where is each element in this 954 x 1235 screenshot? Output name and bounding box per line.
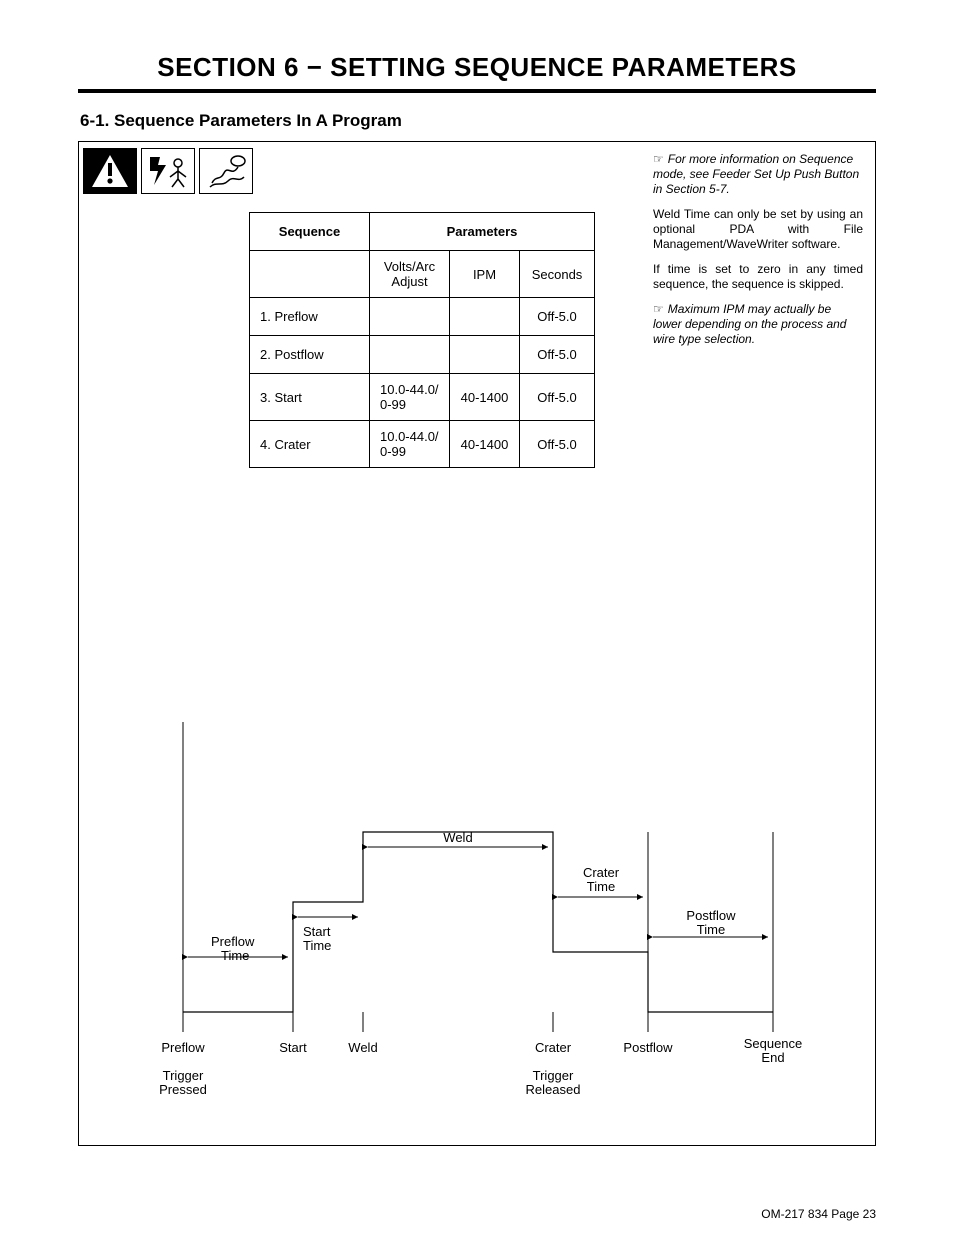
label-postflow-time2: Time — [697, 922, 725, 937]
label-seq-end2: End — [761, 1050, 784, 1065]
label-postflow-time: Postflow — [686, 908, 736, 923]
col-seconds: Seconds — [520, 251, 595, 298]
col-ipm: IPM — [450, 251, 520, 298]
label-preflow-time: Preflow — [211, 934, 255, 949]
label-preflow-time2: Time — [221, 948, 249, 963]
table-row: Sequence Parameters — [250, 213, 595, 251]
label-weld: Weld — [443, 830, 472, 845]
page-title: SECTION 6 − SETTING SEQUENCE PARAMETERS — [0, 0, 954, 89]
note-item: ☞For more information on Sequence mode, … — [653, 152, 863, 197]
label-preflow: Preflow — [161, 1040, 205, 1055]
label-crater: Crater — [535, 1040, 572, 1055]
fumes-icon — [199, 148, 253, 194]
table-row: 3. Start 10.0-44.0/ 0-99 40-1400 Off-5.0 — [250, 374, 595, 421]
label-weld-evt: Weld — [348, 1040, 377, 1055]
sequence-diagram: Weld Preflow Time Start Time Crater Time… — [93, 702, 853, 1132]
parameters-table: Sequence Parameters Volts/Arc Adjust IPM… — [249, 212, 595, 468]
pointer-icon: ☞ — [653, 302, 664, 316]
cell-ipm — [450, 336, 520, 374]
cell-va: 10.0-44.0/ 0-99 — [370, 421, 450, 468]
cell-sec: Off-5.0 — [520, 336, 595, 374]
label-crater-time2: Time — [587, 879, 615, 894]
cell-sec: Off-5.0 — [520, 298, 595, 336]
note-item: Weld Time can only be set by using an op… — [653, 207, 863, 252]
col-sequence: Sequence — [250, 213, 370, 251]
label-seq-end: Sequence — [744, 1036, 803, 1051]
table-row: 4. Crater 10.0-44.0/ 0-99 40-1400 Off-5.… — [250, 421, 595, 468]
title-rule — [78, 89, 876, 93]
content-frame: Sequence Parameters Volts/Arc Adjust IPM… — [78, 141, 876, 1146]
cell-ipm: 40-1400 — [450, 374, 520, 421]
section-subheading: 6-1. Sequence Parameters In A Program — [80, 111, 954, 131]
cell-sec: Off-5.0 — [520, 421, 595, 468]
table-row: 1. Preflow Off-5.0 — [250, 298, 595, 336]
cell-ipm: 40-1400 — [450, 421, 520, 468]
col-volts-arc: Volts/Arc Adjust — [370, 251, 450, 298]
cell-va — [370, 298, 450, 336]
label-trigger-released: Trigger — [533, 1068, 574, 1083]
table-row: Volts/Arc Adjust IPM Seconds — [250, 251, 595, 298]
cell-va — [370, 336, 450, 374]
label-trigger-pressed2: Pressed — [159, 1082, 207, 1097]
table-row: 2. Postflow Off-5.0 — [250, 336, 595, 374]
cell-seq: 2. Postflow — [250, 336, 370, 374]
label-start: Start — [279, 1040, 307, 1055]
warning-icon — [83, 148, 137, 194]
label-trigger-pressed: Trigger — [163, 1068, 204, 1083]
cell-va: 10.0-44.0/ 0-99 — [370, 374, 450, 421]
cell-sec: Off-5.0 — [520, 374, 595, 421]
label-start-time2: Time — [303, 938, 331, 953]
page-footer: OM-217 834 Page 23 — [761, 1207, 876, 1221]
cell-ipm — [450, 298, 520, 336]
label-postflow-evt: Postflow — [623, 1040, 673, 1055]
cell-seq: 3. Start — [250, 374, 370, 421]
note-item: ☞Maximum IPM may actually be lower depen… — [653, 302, 863, 347]
cell-seq: 4. Crater — [250, 421, 370, 468]
side-notes: ☞For more information on Sequence mode, … — [653, 152, 863, 357]
label-crater-time: Crater — [583, 865, 620, 880]
pointer-icon: ☞ — [653, 152, 664, 166]
label-start-time: Start — [303, 924, 331, 939]
electric-shock-icon — [141, 148, 195, 194]
col-parameters: Parameters — [370, 213, 595, 251]
note-item: If time is set to zero in any timed sequ… — [653, 262, 863, 292]
cell-seq: 1. Preflow — [250, 298, 370, 336]
label-trigger-released2: Released — [526, 1082, 581, 1097]
